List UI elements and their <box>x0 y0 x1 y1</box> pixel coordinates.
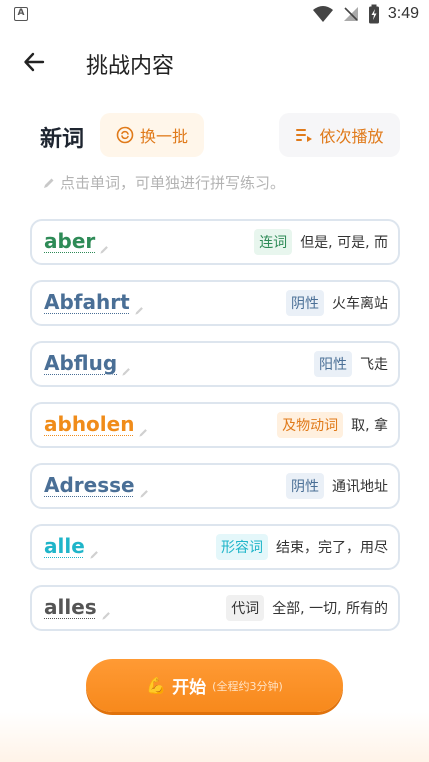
pencil-icon <box>44 178 54 188</box>
swap-batch-button[interactable]: 换一批 <box>100 113 204 157</box>
hint-label: 点击单词，可单独进行拼写练习。 <box>60 174 286 192</box>
hint-text: 点击单词，可单独进行拼写练习。 <box>42 172 285 193</box>
meaning-text: 但是, 可是, 而 <box>300 235 388 251</box>
arrow-left-icon <box>24 52 45 72</box>
clock: 3:49 <box>387 5 419 22</box>
pos-tag: 阳性 <box>314 351 352 377</box>
meaning-text: 火车离站 <box>332 296 388 312</box>
wifi-icon <box>312 6 333 22</box>
word-row[interactable]: abholen 及物动词 取, 拿 <box>30 402 400 448</box>
pos-tag: 形容词 <box>216 534 268 560</box>
word-text[interactable]: Abflug <box>44 351 117 375</box>
pencil-icon <box>138 423 149 442</box>
muscle-icon: 💪 <box>146 676 167 695</box>
play-sequence-button[interactable]: 依次播放 <box>279 113 400 157</box>
word-row[interactable]: Adresse 阴性 通讯地址 <box>30 463 400 509</box>
pencil-icon <box>134 301 145 320</box>
meaning-text: 全部, 一切, 所有的 <box>272 601 388 617</box>
word-text[interactable]: abholen <box>44 412 134 436</box>
word-text[interactable]: aber <box>44 229 95 253</box>
pos-tag: 阴性 <box>286 473 324 499</box>
play-sequence-label: 依次播放 <box>319 127 384 146</box>
pencil-icon <box>139 484 150 503</box>
no-signal-icon <box>343 7 358 21</box>
word-row[interactable]: alle 形容词 结束，完了，用尽 <box>30 524 400 570</box>
pos-tag: 及物动词 <box>277 412 344 438</box>
pencil-icon <box>121 362 132 381</box>
pencil-icon <box>101 606 112 625</box>
status-bar: A 3:49 <box>0 0 429 30</box>
word-row[interactable]: alles 代词 全部, 一切, 所有的 <box>30 585 400 631</box>
playlist-icon <box>296 129 313 142</box>
bottom-fade <box>0 712 429 762</box>
meaning-text: 通讯地址 <box>332 479 388 495</box>
battery-charging-icon <box>368 4 379 24</box>
start-label: 开始 <box>172 678 207 698</box>
swap-batch-label: 换一批 <box>139 127 188 146</box>
pencil-icon <box>99 240 110 259</box>
top-bar: 挑战内容 <box>0 30 429 94</box>
meaning-text: 结束，完了，用尽 <box>276 540 388 556</box>
start-button[interactable]: 💪 开始 (全程约3分钟) <box>86 659 343 712</box>
word-text[interactable]: alles <box>44 595 97 619</box>
pencil-icon <box>89 545 100 564</box>
word-text[interactable]: alle <box>44 534 85 558</box>
refresh-coin-icon <box>116 126 134 144</box>
meaning-text: 取, 拿 <box>351 418 388 434</box>
meaning-text: 飞走 <box>360 357 388 373</box>
word-list: aber 连词 但是, 可是, 而 Abfahrt 阴性 火车离站 Abflug 阳性 飞走 ab… <box>30 219 400 646</box>
pos-tag: 代词 <box>226 595 265 621</box>
back-button[interactable] <box>18 46 50 78</box>
pos-tag: 连词 <box>254 229 293 255</box>
pos-tag: 阴性 <box>286 290 324 316</box>
start-duration: (全程约3分钟) <box>212 679 283 693</box>
section-title: 新词 <box>40 127 85 152</box>
page-title: 挑战内容 <box>86 54 175 79</box>
app-notification-icon: A <box>14 7 28 21</box>
word-row[interactable]: aber 连词 但是, 可是, 而 <box>30 219 400 265</box>
word-row[interactable]: Abflug 阳性 飞走 <box>30 341 400 387</box>
word-text[interactable]: Adresse <box>44 473 135 497</box>
word-row[interactable]: Abfahrt 阴性 火车离站 <box>30 280 400 326</box>
word-text[interactable]: Abfahrt <box>44 290 130 314</box>
